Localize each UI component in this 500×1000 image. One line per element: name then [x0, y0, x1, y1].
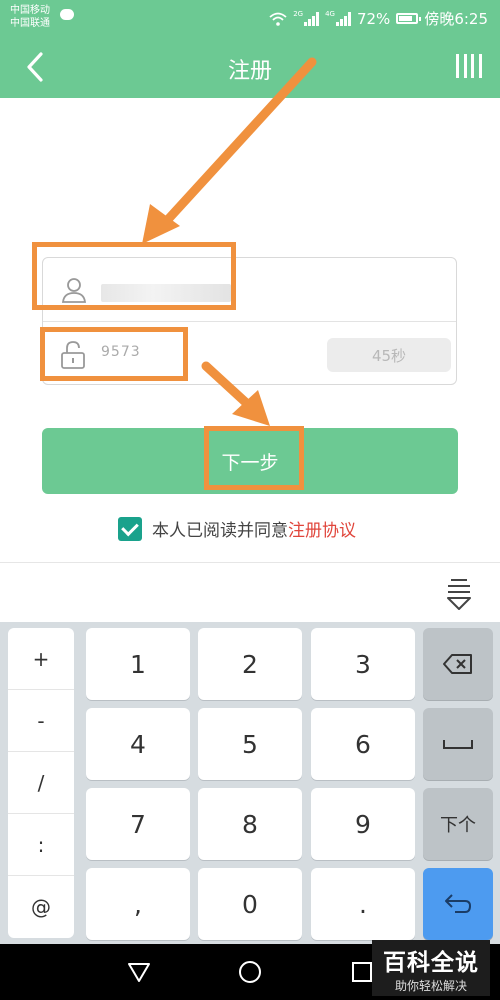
- numeric-keyboard: + - / : @ 1 2 3 4 5 6 7 8 9 , 0 . 下个: [0, 622, 500, 944]
- annotation-arrowhead-1: [142, 204, 180, 244]
- agreement-text: 本人已阅读并同意: [152, 521, 288, 541]
- key-plus[interactable]: +: [8, 628, 74, 690]
- page-title: 注册: [227, 59, 272, 84]
- key-7[interactable]: 7: [86, 788, 190, 860]
- key-period[interactable]: .: [311, 868, 415, 940]
- key-4[interactable]: 4: [86, 708, 190, 780]
- wifi-icon: [269, 12, 287, 26]
- key-6[interactable]: 6: [311, 708, 415, 780]
- carrier-1: 中国移动: [10, 5, 50, 16]
- backspace-key[interactable]: [423, 628, 493, 700]
- watermark-title: 百科全说: [383, 950, 479, 976]
- keyboard-toolbar: [0, 562, 500, 623]
- key-colon[interactable]: :: [8, 814, 74, 876]
- space-key[interactable]: [423, 708, 493, 780]
- clock: 傍晚6:25: [424, 10, 488, 28]
- key-minus[interactable]: -: [8, 690, 74, 752]
- key-5[interactable]: 5: [198, 708, 302, 780]
- network-type-1: 2G: [293, 9, 304, 18]
- agreement-link[interactable]: 注册协议: [288, 516, 356, 541]
- key-9[interactable]: 9: [311, 788, 415, 860]
- chat-notification-icon: [60, 9, 74, 20]
- menu-bars-icon[interactable]: [456, 54, 482, 78]
- nav-home-circle-icon[interactable]: [238, 960, 262, 984]
- agree-checkbox[interactable]: [118, 516, 142, 541]
- key-0[interactable]: 0: [198, 868, 302, 940]
- annotation-box-code: [40, 327, 188, 381]
- resend-countdown-button[interactable]: 45秒: [327, 338, 451, 372]
- next-field-key[interactable]: 下个: [423, 788, 493, 860]
- key-slash[interactable]: /: [8, 752, 74, 814]
- key-3[interactable]: 3: [311, 628, 415, 700]
- keyboard-collapse-icon[interactable]: [446, 577, 472, 611]
- backspace-icon: [443, 654, 472, 674]
- carrier-2: 中国联通: [10, 18, 50, 29]
- network-type-2: 4G: [325, 9, 335, 18]
- battery-icon: [396, 13, 422, 24]
- key-at[interactable]: @: [8, 876, 74, 938]
- annotation-arrowhead-2: [232, 390, 270, 426]
- enter-arrow-icon: [445, 894, 472, 913]
- form-divider: [43, 321, 456, 322]
- key-8[interactable]: 8: [198, 788, 302, 860]
- battery-percent: 72%: [356, 9, 391, 28]
- signal-icon-1: [304, 11, 320, 26]
- space-icon: [443, 740, 473, 749]
- app-bar: 注册: [0, 36, 500, 98]
- annotation-box-next: [204, 426, 304, 490]
- nav-back-triangle-icon[interactable]: [127, 960, 151, 984]
- key-1[interactable]: 1: [86, 628, 190, 700]
- status-bar: 中国移动 中国联通 2G 4G 72% 傍晚6:25: [0, 0, 500, 36]
- annotation-box-phone: [32, 242, 236, 310]
- carrier-labels: 中国移动 中国联通: [10, 4, 50, 30]
- status-indicators: 2G 4G 72% 傍晚6:25: [269, 8, 488, 29]
- key-2[interactable]: 2: [198, 628, 302, 700]
- key-comma[interactable]: ,: [86, 868, 190, 940]
- nav-recent-square-icon[interactable]: [350, 960, 374, 984]
- watermark-subtitle: 助你轻松解决: [394, 979, 467, 993]
- agreement-row: 本人已阅读并同意 注册协议: [118, 516, 356, 541]
- watermark: 百科全说 助你轻松解决: [372, 940, 490, 996]
- signal-icon-2: [335, 11, 351, 26]
- enter-key[interactable]: [423, 868, 493, 940]
- symbol-panel: + - / : @: [8, 628, 74, 938]
